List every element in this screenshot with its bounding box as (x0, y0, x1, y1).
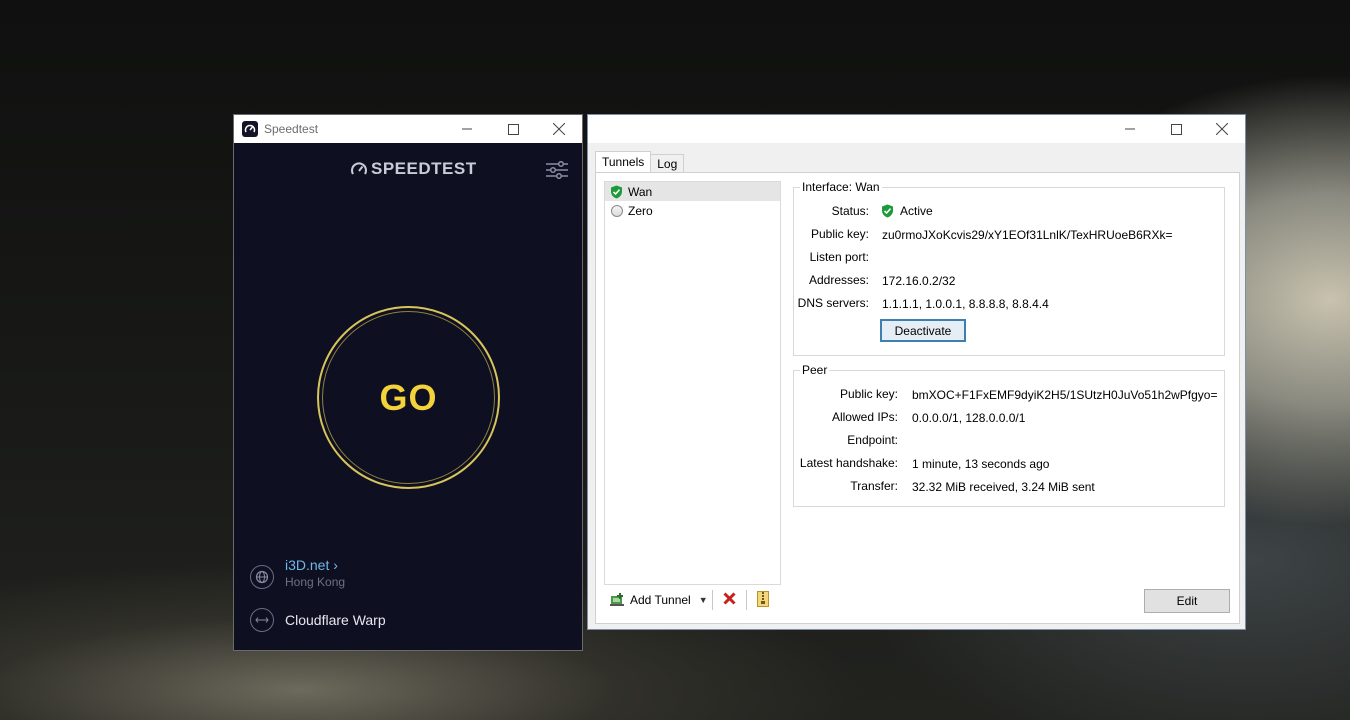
close-icon (553, 123, 565, 135)
maximize-icon (507, 123, 519, 135)
tunnel-name: Zero (628, 203, 653, 218)
close-button[interactable] (536, 115, 582, 143)
tunnel-item-zero[interactable]: Zero (605, 201, 780, 220)
connection-info[interactable]: Cloudflare Warp (250, 608, 386, 632)
settings-button[interactable] (546, 160, 568, 184)
wireguard-titlebar[interactable] (588, 115, 1245, 143)
speedtest-app-icon (242, 121, 258, 137)
settings-sliders-icon (546, 160, 568, 180)
tunnel-toolbar: Add Tunnel ▼ (604, 589, 769, 611)
public-key-label: Public key: (810, 227, 869, 241)
deactivate-button[interactable]: Deactivate (880, 319, 966, 342)
minimize-button[interactable] (1107, 115, 1153, 143)
addresses-label: Addresses: (808, 273, 869, 287)
active-shield-icon (610, 185, 623, 198)
globe-icon (250, 565, 274, 589)
addresses-value: 172.16.0.2/32 (882, 274, 956, 288)
isp-location: Hong Kong (285, 575, 346, 589)
interface-title: Interface: Wan (800, 180, 882, 194)
logo-text: SPEEDTEST (371, 159, 477, 178)
add-tunnel-icon (610, 593, 624, 606)
toolbar-separator (711, 590, 713, 610)
isp-name-link[interactable]: i3D.net › (285, 557, 345, 573)
connection-name: Cloudflare Warp (285, 612, 386, 628)
isp-selector[interactable]: i3D.net › Hong Kong (250, 557, 345, 589)
allowed-ips-value: 0.0.0.0/1, 128.0.0.0/1 (912, 411, 1026, 425)
isp-name: i3D.net (285, 557, 330, 573)
toolbar-separator (745, 590, 747, 610)
delete-icon (723, 592, 736, 605)
active-shield-icon (882, 204, 893, 218)
connection-arrows-icon (250, 608, 274, 632)
allowed-ips-label: Allowed IPs: (831, 410, 898, 424)
tab-log[interactable]: Log (651, 154, 685, 173)
tab-tunnels[interactable]: Tunnels (595, 151, 652, 173)
minimize-icon (462, 128, 472, 130)
minimize-icon (1125, 128, 1135, 130)
tunnel-name: Wan (628, 184, 653, 199)
speedtest-titlebar[interactable]: Speedtest (234, 115, 582, 143)
add-tunnel-dropdown[interactable]: ▼ (699, 595, 708, 605)
inactive-circle-icon (610, 204, 623, 217)
tunnel-list[interactable]: Wan Zero (604, 181, 781, 585)
add-tunnel-button[interactable]: Add Tunnel (604, 593, 691, 607)
dns-label: DNS servers: (797, 296, 869, 310)
listen-port-label: Listen port: (809, 250, 869, 264)
endpoint-label: Endpoint: (847, 433, 898, 447)
speedtest-window: Speedtest SPEEDTEST GO i3D.net › Hong Ko… (233, 114, 583, 651)
peer-public-key: bmXOC+F1FxEMF9dyiK2H5/1SUtzH0JuVo51h2wPf… (912, 388, 1218, 402)
speedtest-header: SPEEDTEST (234, 143, 582, 199)
speedtest-gauge-icon (351, 162, 367, 175)
chevron-right-icon: › (333, 557, 338, 573)
peer-groupbox: Peer Public key: bmXOC+F1FxEMF9dyiK2H5/1… (793, 363, 1225, 507)
maximize-button[interactable] (490, 115, 536, 143)
close-button[interactable] (1199, 115, 1245, 143)
minimize-button[interactable] (444, 115, 490, 143)
delete-tunnel-button[interactable] (723, 590, 736, 610)
interface-public-key: zu0rmoJXoKcvis29/xY1EOf31LnlK/TexHRUoeB6… (882, 228, 1173, 242)
handshake-label: Latest handshake: (799, 456, 898, 470)
export-zip-icon (756, 590, 769, 607)
wireguard-window: Tunnels Log Wan Zero Add Tunnel ▼ Interf… (587, 114, 1246, 630)
tunnel-item-wan[interactable]: Wan (605, 182, 780, 201)
peer-public-key-label: Public key: (839, 387, 898, 401)
status-text: Active (900, 204, 933, 218)
edit-label: Edit (1176, 594, 1198, 608)
close-icon (1216, 123, 1228, 135)
add-tunnel-label: Add Tunnel (630, 593, 691, 607)
edit-button[interactable]: Edit (1144, 589, 1230, 613)
transfer-value: 32.32 MiB received, 3.24 MiB sent (912, 480, 1095, 494)
interface-groupbox: Interface: Wan Status: Active Public key… (793, 180, 1225, 356)
status-value: Active (881, 204, 933, 218)
deactivate-label: Deactivate (894, 323, 952, 338)
handshake-value: 1 minute, 13 seconds ago (912, 457, 1050, 471)
status-label: Status: (831, 204, 869, 218)
go-label: GO (379, 376, 438, 418)
go-button[interactable]: GO (317, 306, 500, 489)
tunnels-panel: Wan Zero Add Tunnel ▼ Interface: Wan Sta… (595, 172, 1240, 624)
maximize-icon (1170, 123, 1182, 135)
speedtest-logo: SPEEDTEST (350, 159, 477, 179)
transfer-label: Transfer: (850, 479, 898, 493)
peer-title: Peer (800, 363, 830, 377)
tab-bar: Tunnels Log (595, 151, 685, 173)
maximize-button[interactable] (1153, 115, 1199, 143)
export-tunnels-button[interactable] (756, 590, 769, 610)
window-title: Speedtest (264, 122, 319, 136)
dns-value: 1.1.1.1, 1.0.0.1, 8.8.8.8, 8.8.4.4 (882, 297, 1049, 311)
